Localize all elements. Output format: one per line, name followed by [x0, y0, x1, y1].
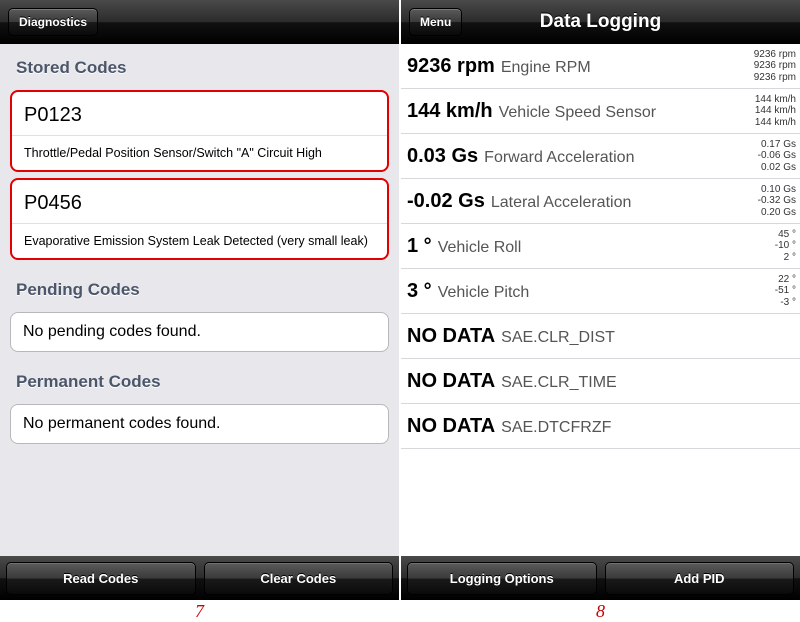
pid-main: 9236 rpm Engine RPM: [407, 55, 744, 78]
code-card[interactable]: P0123 Throttle/Pedal Position Sensor/Swi…: [10, 90, 389, 172]
diagnostics-content[interactable]: Stored Codes P0123 Throttle/Pedal Positi…: [0, 44, 399, 556]
pid-main: NO DATA SAE.DTCFRZF: [407, 415, 744, 438]
pid-row[interactable]: 9236 rpm Engine RPM 9236 rpm9236 rpm9236 r…: [401, 44, 800, 89]
pending-codes-header: Pending Codes: [0, 266, 399, 306]
permanent-codes-header: Permanent Codes: [0, 358, 399, 398]
back-button[interactable]: Diagnostics: [8, 8, 98, 36]
diagnostics-screen: Diagnostics Stored Codes P0123 Throttle/…: [0, 0, 399, 600]
pid-row[interactable]: NO DATA SAE.CLR_TIME: [401, 359, 800, 404]
toolbar: Read Codes Clear Codes: [0, 556, 399, 600]
menu-button[interactable]: Menu: [409, 8, 462, 36]
pid-row[interactable]: -0.02 Gs Lateral Acceleration 0.10 Gs-0.32…: [401, 179, 800, 224]
empty-message: No pending codes found.: [11, 313, 388, 351]
pid-history: 0.10 Gs-0.32 Gs0.20 Gs: [744, 184, 796, 219]
navbar: Menu Data Logging: [401, 0, 800, 44]
pid-row[interactable]: 0.03 Gs Forward Acceleration 0.17 Gs-0.06 …: [401, 134, 800, 179]
data-logging-screen: Menu Data Logging 9236 rpmEngine RPM9236…: [401, 0, 800, 600]
pid-history: 45 °-10 °2 °: [744, 229, 796, 264]
dtc-code: P0456: [12, 180, 387, 223]
pid-main: NO DATA SAE.CLR_TIME: [407, 370, 744, 393]
pid-value: 9236 rpm: [407, 55, 495, 78]
pid-main: 3 ° Vehicle Pitch: [407, 280, 744, 303]
pid-history: 0.17 Gs-0.06 Gs0.02 Gs: [744, 139, 796, 174]
add-pid-button[interactable]: Add PID: [605, 562, 795, 595]
dtc-description: Evaporative Emission System Leak Detecte…: [12, 223, 387, 258]
pid-row[interactable]: NO DATA SAE.DTCFRZF: [401, 404, 800, 449]
code-card[interactable]: No pending codes found.: [10, 312, 389, 352]
pid-value: -0.02 Gs: [407, 190, 485, 213]
read-codes-button[interactable]: Read Codes: [6, 562, 196, 595]
pid-label: Vehicle Pitch: [438, 284, 530, 302]
dtc-description: Throttle/Pedal Position Sensor/Switch "A…: [12, 135, 387, 170]
code-card[interactable]: P0456 Evaporative Emission System Leak D…: [10, 178, 389, 260]
pid-row[interactable]: 3 ° Vehicle Pitch 22 °-51 °-3 °: [401, 269, 800, 314]
pid-main: 144 km/h Vehicle Speed Sensor: [407, 100, 744, 123]
pid-main: 0.03 Gs Forward Acceleration: [407, 145, 744, 168]
pid-label: SAE.CLR_DIST: [501, 329, 615, 347]
pid-value: NO DATA: [407, 325, 495, 348]
stored-codes-header: Stored Codes: [0, 44, 399, 84]
navbar: Diagnostics: [0, 0, 399, 44]
pid-value: NO DATA: [407, 370, 495, 393]
pid-row[interactable]: 1 ° Vehicle Roll 45 °-10 °2 °: [401, 224, 800, 269]
pid-main: -0.02 Gs Lateral Acceleration: [407, 190, 744, 213]
pid-main: 1 ° Vehicle Roll: [407, 235, 744, 258]
pid-history: 22 °-51 °-3 °: [744, 274, 796, 309]
pid-value: 0.03 Gs: [407, 145, 478, 168]
pid-history: 9236 rpm9236 rpm9236 rpm: [744, 49, 796, 84]
code-card[interactable]: No permanent codes found.: [10, 404, 389, 444]
pid-label: SAE.CLR_TIME: [501, 374, 617, 392]
pid-label: Forward Acceleration: [484, 149, 634, 167]
logging-options-button[interactable]: Logging Options: [407, 562, 597, 595]
pid-value: NO DATA: [407, 415, 495, 438]
pid-value: 1 °: [407, 235, 432, 258]
figure-caption: 8: [401, 601, 800, 622]
pid-row[interactable]: 144 km/h Vehicle Speed Sensor 144 km/h144 …: [401, 89, 800, 134]
pid-label: Vehicle Speed Sensor: [499, 104, 656, 122]
toolbar: Logging Options Add PID: [401, 556, 800, 600]
dtc-code: P0123: [12, 92, 387, 135]
pid-value: 3 °: [407, 280, 432, 303]
clear-codes-button[interactable]: Clear Codes: [204, 562, 394, 595]
empty-message: No permanent codes found.: [11, 405, 388, 443]
pid-main: NO DATA SAE.CLR_DIST: [407, 325, 744, 348]
pid-label: Lateral Acceleration: [491, 194, 632, 212]
pid-label: Engine RPM: [501, 59, 591, 77]
pid-history: 144 km/h144 km/h144 km/h: [744, 94, 796, 129]
pid-label: Vehicle Roll: [438, 239, 522, 257]
data-logging-content[interactable]: 9236 rpm Engine RPM 9236 rpm9236 rpm9236 r…: [401, 44, 800, 556]
pid-label: SAE.DTCFRZF: [501, 419, 611, 437]
pid-row[interactable]: NO DATA SAE.CLR_DIST: [401, 314, 800, 359]
figure-caption: 7: [0, 601, 399, 622]
pid-value: 144 km/h: [407, 100, 493, 123]
